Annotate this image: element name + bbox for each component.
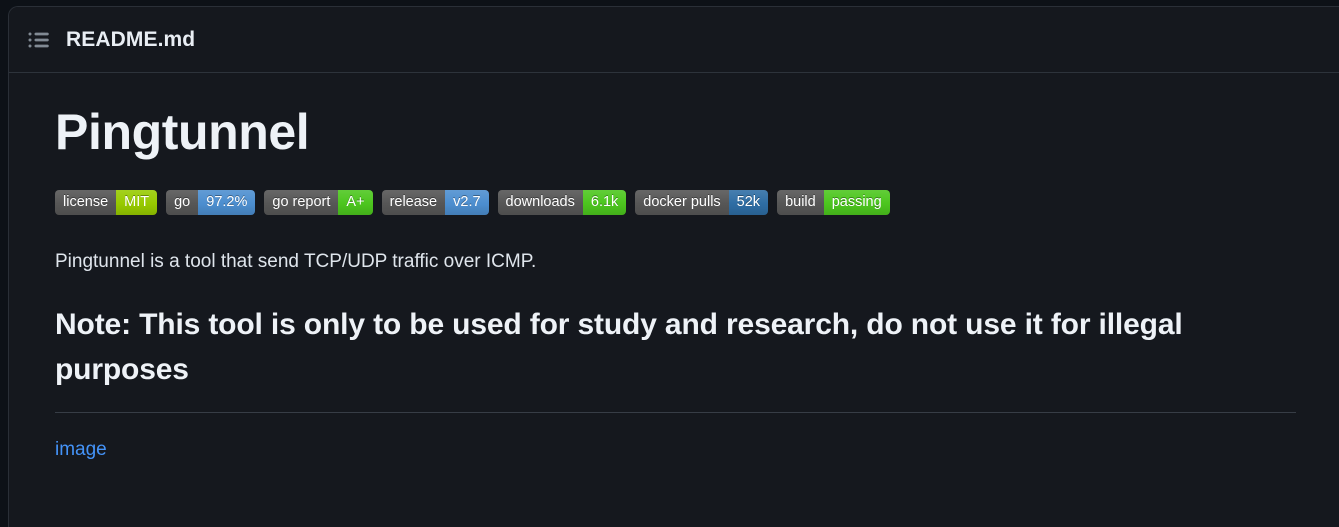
badge-value: passing bbox=[823, 190, 890, 215]
image-link[interactable]: image bbox=[55, 439, 107, 461]
badge-label: docker pulls bbox=[635, 190, 729, 215]
badge-label: build bbox=[777, 190, 824, 215]
badge-build[interactable]: build passing bbox=[777, 190, 890, 215]
badge-license[interactable]: license MIT bbox=[55, 190, 158, 215]
badge-value: 97.2% bbox=[198, 190, 256, 215]
badge-value: 52k bbox=[728, 190, 769, 215]
badge-docker-pulls[interactable]: docker pulls 52k bbox=[635, 190, 769, 215]
badge-value: A+ bbox=[338, 190, 373, 215]
badge-value: v2.7 bbox=[445, 190, 489, 215]
markdown-content: Pingtunnel license MIT go 97.2% go report A+ r… bbox=[9, 73, 1339, 461]
description-paragraph: Pingtunnel is a tool that send TCP/UDP t… bbox=[55, 251, 537, 272]
badge-release[interactable]: release v2.7 bbox=[381, 190, 489, 215]
badge-go-report[interactable]: go report A+ bbox=[264, 190, 373, 215]
list-outline-icon[interactable] bbox=[27, 28, 51, 52]
file-name: README.md bbox=[66, 27, 196, 51]
readme-panel: README.md Pingtunnel license MIT go 97.2% go… bbox=[8, 6, 1339, 527]
badge-label: license bbox=[55, 190, 117, 215]
badge-list: license MIT go 97.2% go report A+ release v2.7 d… bbox=[55, 190, 1293, 215]
horizontal-rule bbox=[55, 412, 1296, 414]
badge-label: release bbox=[381, 190, 446, 215]
file-header: README.md bbox=[9, 7, 1339, 73]
badge-value: 6.1k bbox=[582, 190, 627, 215]
badge-downloads[interactable]: downloads 6.1k bbox=[497, 190, 627, 215]
page-title: Pingtunnel bbox=[55, 104, 310, 160]
badge-label: go report bbox=[264, 190, 339, 215]
badge-label: go bbox=[166, 190, 199, 215]
badge-label: downloads bbox=[497, 190, 583, 215]
note-heading: Note: This tool is only to be used for s… bbox=[55, 308, 1183, 387]
badge-go[interactable]: go 97.2% bbox=[166, 190, 256, 215]
badge-value: MIT bbox=[116, 190, 158, 215]
